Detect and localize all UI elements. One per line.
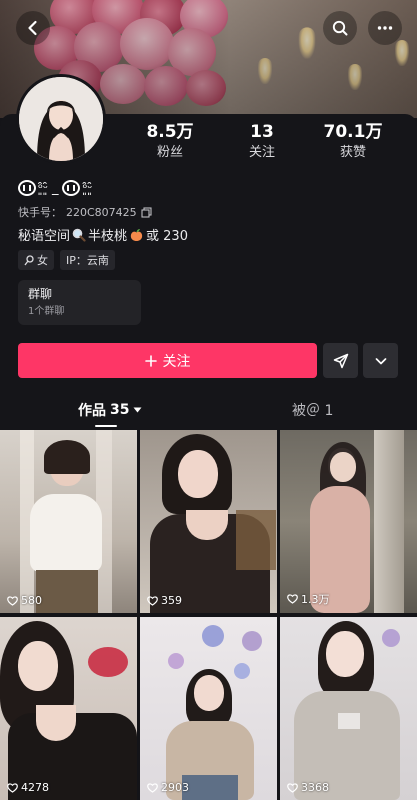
avatar-image — [19, 77, 103, 161]
magnifier-emoji-icon — [72, 228, 86, 242]
search-icon — [332, 20, 348, 36]
nickname-emblem-icon — [18, 180, 36, 196]
likes-count: 70.1万 — [323, 122, 383, 142]
share-icon — [333, 353, 348, 368]
video-card[interactable]: 2903 — [140, 617, 277, 800]
nickname-emblem-icon-2 — [62, 180, 81, 196]
video-like-count: 2903 — [147, 781, 189, 794]
peach-emoji-icon — [130, 228, 143, 241]
video-card[interactable]: 3368 — [280, 617, 417, 800]
kuaishou-id-value: 220C807425 — [66, 205, 137, 219]
heart-icon — [7, 595, 18, 606]
back-button[interactable] — [16, 11, 50, 45]
fans-label: 粉丝 — [156, 145, 183, 160]
video-like-value: 1.3万 — [301, 593, 330, 606]
nickname-separator: _ — [51, 180, 59, 196]
group-chat-card[interactable]: 群聊 1个群聊 — [18, 280, 141, 325]
stat-fans[interactable]: 8.5万 粉丝 — [125, 122, 215, 162]
following-count: 13 — [250, 122, 274, 142]
follow-button-label: 关注 — [162, 353, 191, 370]
bio: 秘语空间 半枝桃 或 230 — [18, 225, 188, 244]
plus-icon — [144, 354, 157, 367]
bio-text-2: 半枝桃 — [88, 229, 128, 244]
bio-text-3: 或 230 — [146, 229, 188, 244]
share-button[interactable] — [323, 343, 358, 378]
nickname: ᵒ͈̑ᵕ͈̑ _ ᵒ͈̑ᵕ͈̑ — [18, 178, 92, 198]
video-like-value: 4278 — [21, 781, 49, 794]
gender-tag-label: 女 — [37, 254, 48, 267]
video-like-count: 3368 — [287, 781, 329, 794]
kuaishou-id-label: 快手号： — [18, 206, 62, 219]
tab-works[interactable]: 作品 35 — [78, 400, 142, 420]
video-like-count: 580 — [7, 594, 42, 607]
heart-icon — [147, 595, 158, 606]
heart-icon — [7, 782, 18, 793]
expand-button[interactable] — [363, 343, 398, 378]
kuaishou-id: 快手号： 220C807425 — [18, 204, 152, 220]
tab-mentioned-label: 被＠ 1 — [292, 403, 334, 419]
bio-text-1: 秘语空间 — [18, 229, 71, 244]
group-chat-subtitle: 1个群聊 — [28, 306, 65, 317]
more-icon — [377, 26, 393, 30]
video-like-count: 359 — [147, 594, 182, 607]
video-card[interactable]: 4278 — [0, 617, 137, 800]
heart-icon — [147, 782, 158, 793]
gender-tag: 女 — [18, 250, 54, 270]
ip-tag-label: IP：云南 — [66, 254, 109, 267]
video-card[interactable]: 1.3万 — [280, 430, 417, 613]
chevron-down-icon — [375, 357, 386, 364]
follow-button[interactable]: 关注 — [18, 343, 317, 378]
video-like-count: 4278 — [7, 781, 49, 794]
video-like-value: 2903 — [161, 781, 189, 794]
tab-works-label: 作品 — [78, 403, 106, 419]
group-chat-title: 群聊 — [28, 287, 53, 301]
video-like-value: 359 — [161, 594, 182, 607]
video-card[interactable]: 359 — [140, 430, 277, 613]
heart-icon — [287, 782, 298, 793]
following-label: 关注 — [248, 145, 275, 160]
copy-icon[interactable] — [141, 206, 152, 218]
fans-count: 8.5万 — [146, 122, 194, 142]
profile-tags: 女 IP：云南 — [18, 250, 115, 270]
nickname-badge-2: ᵒ͈̑ᵕ͈̑ — [82, 181, 93, 195]
ip-tag: IP：云南 — [60, 250, 115, 270]
back-icon — [28, 20, 37, 36]
avatar[interactable] — [16, 74, 106, 164]
search-button[interactable] — [323, 11, 357, 45]
stat-likes: 70.1万 获赞 — [308, 122, 398, 162]
likes-label: 获赞 — [339, 145, 366, 160]
video-like-value: 3368 — [301, 781, 329, 794]
more-button[interactable] — [368, 11, 402, 45]
heart-icon — [287, 594, 298, 604]
nickname-badge-1: ᵒ͈̑ᵕ͈̑ — [38, 181, 48, 195]
tab-indicator — [95, 425, 117, 427]
video-grid: 580 359 1.3万 4278 2903 3368 — [0, 430, 417, 800]
video-like-value: 580 — [21, 594, 42, 607]
video-card[interactable]: 580 — [0, 430, 137, 613]
stat-following[interactable]: 13 关注 — [217, 122, 307, 162]
female-icon — [24, 254, 34, 265]
tab-mentioned[interactable]: 被＠ 1 — [292, 400, 333, 420]
tab-works-count: 35 — [110, 402, 130, 418]
video-like-count: 1.3万 — [287, 591, 330, 607]
caret-down-icon — [133, 407, 142, 413]
